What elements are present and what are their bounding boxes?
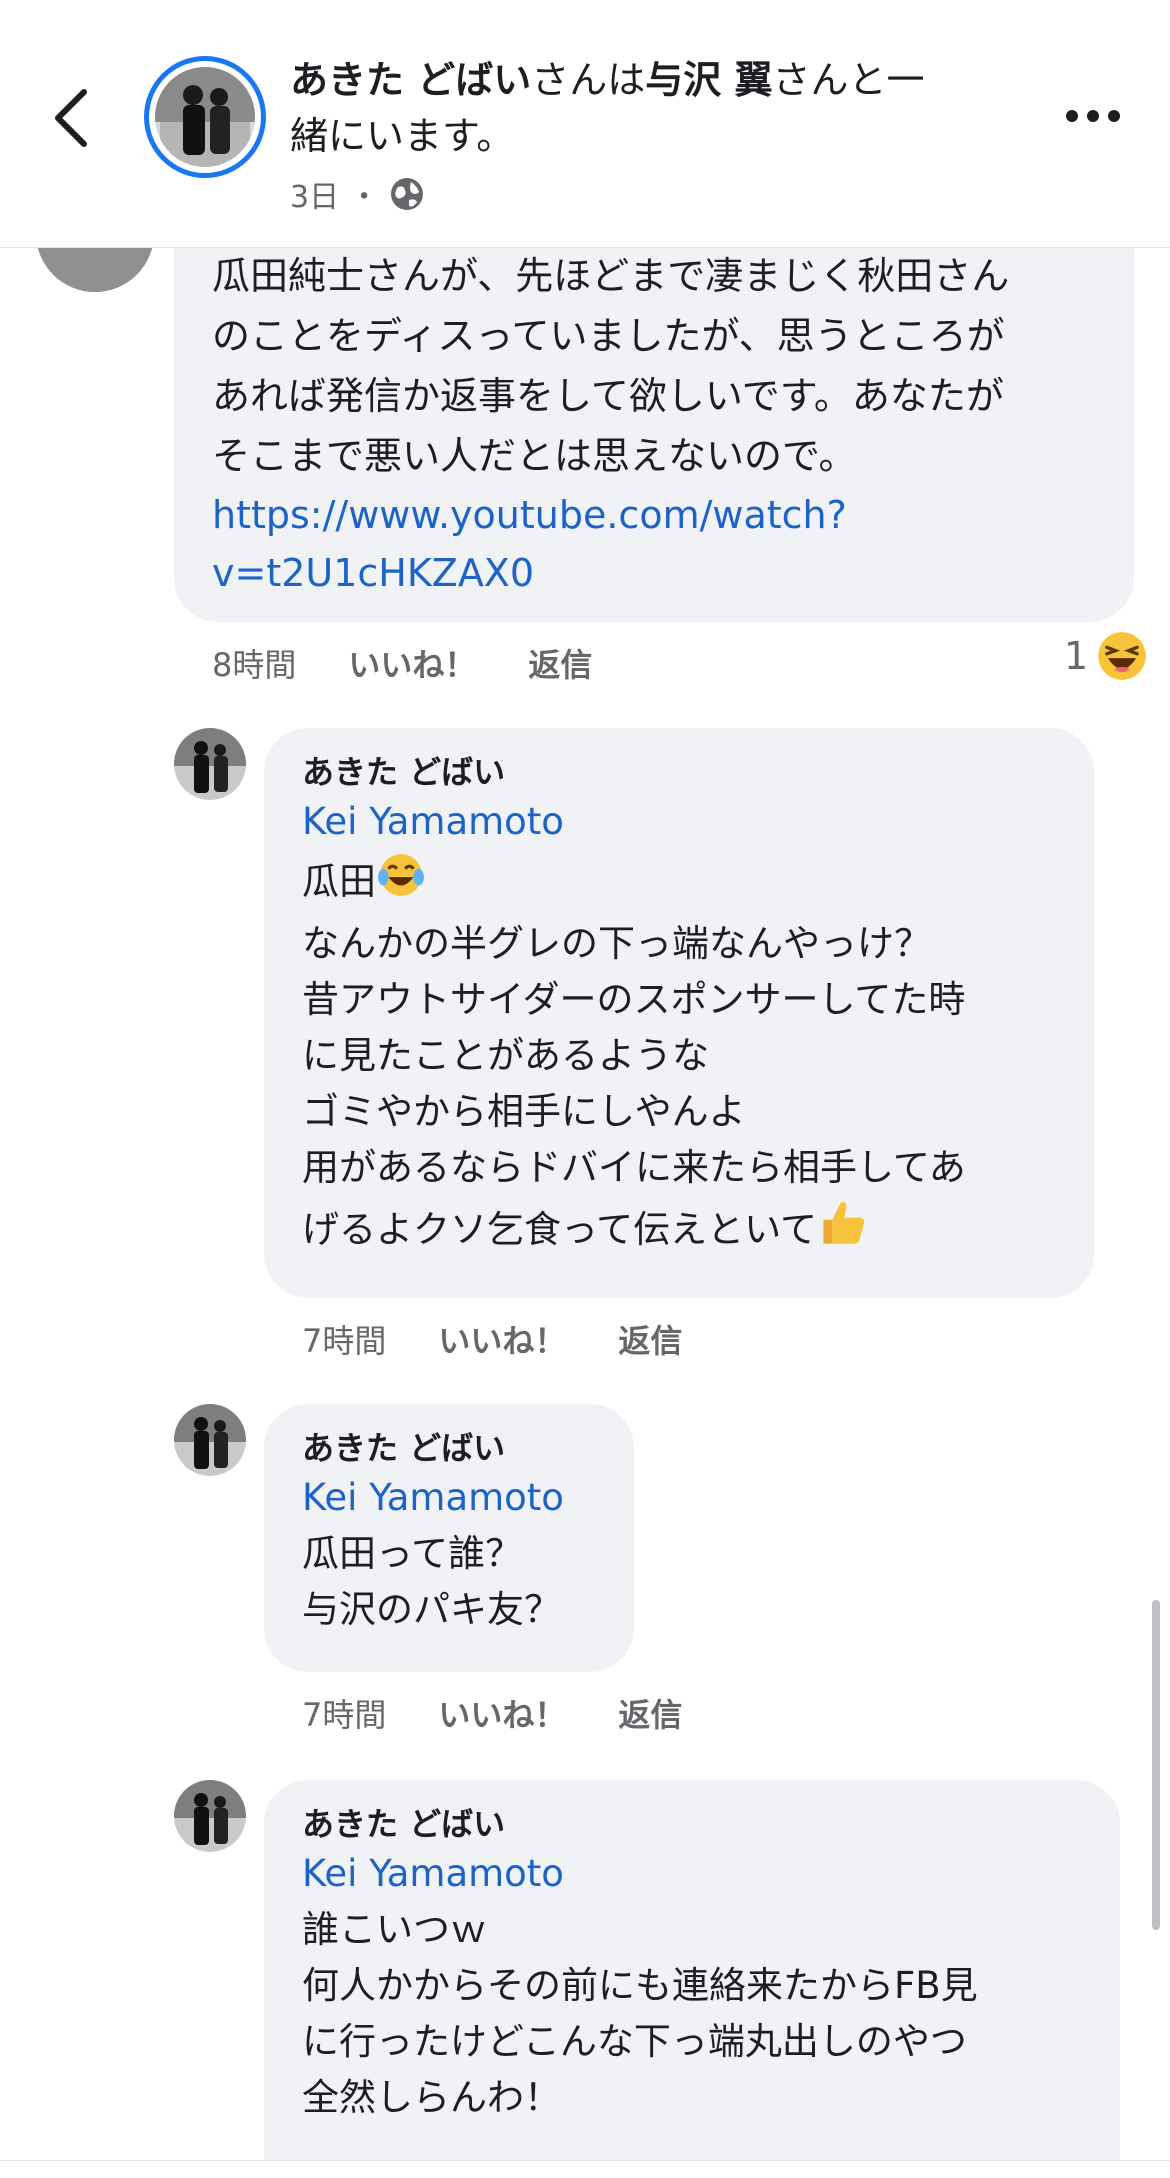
reply-text-line: 何人かからその前にも連絡来たからFB見: [302, 1964, 978, 2007]
post-comments-screen: あきた どばいさんは与沢 翼さんと一 緒にいます。 3日 ・ 瓜田純士さんが、先…: [0, 0, 1170, 2178]
comment-text-line: あれば発信か返事をして欲しいです。あなたが: [212, 374, 1004, 418]
haha-reaction-icon: [1098, 632, 1147, 680]
reply-avatar[interactable]: [174, 1404, 246, 1476]
reply-bubble: あきた どばい Kei Yamamoto 誰こいつｗ 何人かからその前にも連絡来…: [264, 1780, 1120, 2178]
more-horizontal-icon: [1066, 110, 1120, 122]
avatar-photo: [155, 67, 255, 167]
youtube-link-cont[interactable]: v=t2U1cHKZAX0: [212, 544, 1134, 602]
like-button[interactable]: いいね！: [438, 1690, 566, 1736]
reply-button[interactable]: 返信: [528, 640, 592, 686]
chevron-left-icon: [55, 89, 87, 147]
reply-text-line: 用があるならドバイに来たら相手してあ: [302, 1146, 966, 1189]
title-connector: さんは: [531, 58, 646, 102]
reply-text-line: に行ったけどこんな下っ端丸出しのやつ: [302, 2020, 967, 2063]
reply-actions: 7時間 いいね！ 返信: [302, 1690, 682, 1736]
reply-text-line: に見たことがあるような: [302, 1034, 709, 1077]
mention-link[interactable]: Kei Yamamoto: [302, 1470, 634, 1526]
reply-text-line: 全然しらんわ！: [302, 2076, 561, 2119]
comment-time[interactable]: 8時間: [212, 640, 296, 686]
reply-text-line: ゴミやから相手にしやんよ: [302, 1090, 746, 1133]
meta-separator: ・: [349, 180, 380, 215]
mention-link[interactable]: Kei Yamamoto: [302, 794, 1094, 850]
reply-text-line: 誰こいつｗ: [302, 1908, 487, 1951]
reply-author[interactable]: あきた どばい: [302, 750, 1094, 794]
post-meta: 3日 ・: [290, 172, 425, 216]
title-tail: さんと一: [772, 58, 925, 102]
reply-author[interactable]: あきた どばい: [302, 1426, 634, 1470]
tagged-user-link[interactable]: 与沢 翼: [645, 58, 772, 102]
comment-actions: 8時間 いいね！ 返信: [212, 640, 592, 686]
youtube-link[interactable]: https://www.youtube.com/watch?: [212, 486, 1134, 544]
reply-avatar[interactable]: [174, 1780, 246, 1852]
reaction-summary[interactable]: 1: [1064, 630, 1148, 682]
reply-text-line: 昔アウトサイダーのスポンサーしてた時: [302, 978, 966, 1021]
reply-button[interactable]: 返信: [618, 1690, 682, 1736]
comment-text-line: のことをディスっていましたが、思うところが: [212, 314, 1005, 358]
more-options-button[interactable]: [1060, 96, 1130, 136]
reply-time[interactable]: 7時間: [302, 1690, 386, 1736]
like-button[interactable]: いいね！: [438, 1316, 566, 1362]
comment-text-line: そこまで悪い人だとは思えないので。: [212, 434, 857, 478]
like-button[interactable]: いいね！: [348, 640, 476, 686]
scrollbar[interactable]: [1152, 1600, 1160, 1930]
globe-icon: [391, 178, 424, 210]
tears-of-joy-emoji-icon: [376, 850, 426, 916]
bottom-divider: [0, 2160, 1170, 2178]
post-title: あきた どばいさんは与沢 翼さんと一 緒にいます。: [290, 52, 1010, 164]
post-time[interactable]: 3日: [290, 172, 339, 216]
reply-time[interactable]: 7時間: [302, 1316, 386, 1362]
reply-bubble: あきた どばい Kei Yamamoto 瓜田って誰？ 与沢のパキ友？: [264, 1404, 634, 1672]
reply-text-line: げるよクソ乞食って伝えといて: [302, 1196, 1094, 1264]
reaction-count: 1: [1064, 634, 1089, 678]
thumbs-up-emoji-icon: [817, 1196, 869, 1264]
comment-text-line: 瓜田純士さんが、先ほどまで凄まじく秋田さん: [212, 254, 1010, 298]
author-avatar[interactable]: [144, 56, 266, 178]
title-line2: 緒にいます。: [290, 114, 515, 158]
back-button[interactable]: [44, 86, 100, 150]
reply-text-line: 瓜田: [302, 850, 1094, 916]
reply-author[interactable]: あきた どばい: [302, 1802, 1120, 1846]
reply-button[interactable]: 返信: [618, 1316, 682, 1362]
reply-text-line: 瓜田って誰？: [302, 1532, 523, 1575]
reply-avatar[interactable]: [174, 728, 246, 800]
reply-text-line: なんかの半グレの下っ端なんやっけ？: [302, 922, 931, 965]
author-name-link[interactable]: あきた どばい: [290, 58, 531, 102]
post-header: あきた どばいさんは与沢 翼さんと一 緒にいます。 3日 ・: [0, 0, 1170, 248]
reply-text-line: 与沢のパキ友？: [302, 1588, 561, 1631]
reply-actions: 7時間 いいね！ 返信: [302, 1316, 682, 1362]
reply-bubble: あきた どばい Kei Yamamoto 瓜田 なんかの半グレの下っ端なんやっけ…: [264, 728, 1094, 1298]
mention-link[interactable]: Kei Yamamoto: [302, 1846, 1120, 1902]
